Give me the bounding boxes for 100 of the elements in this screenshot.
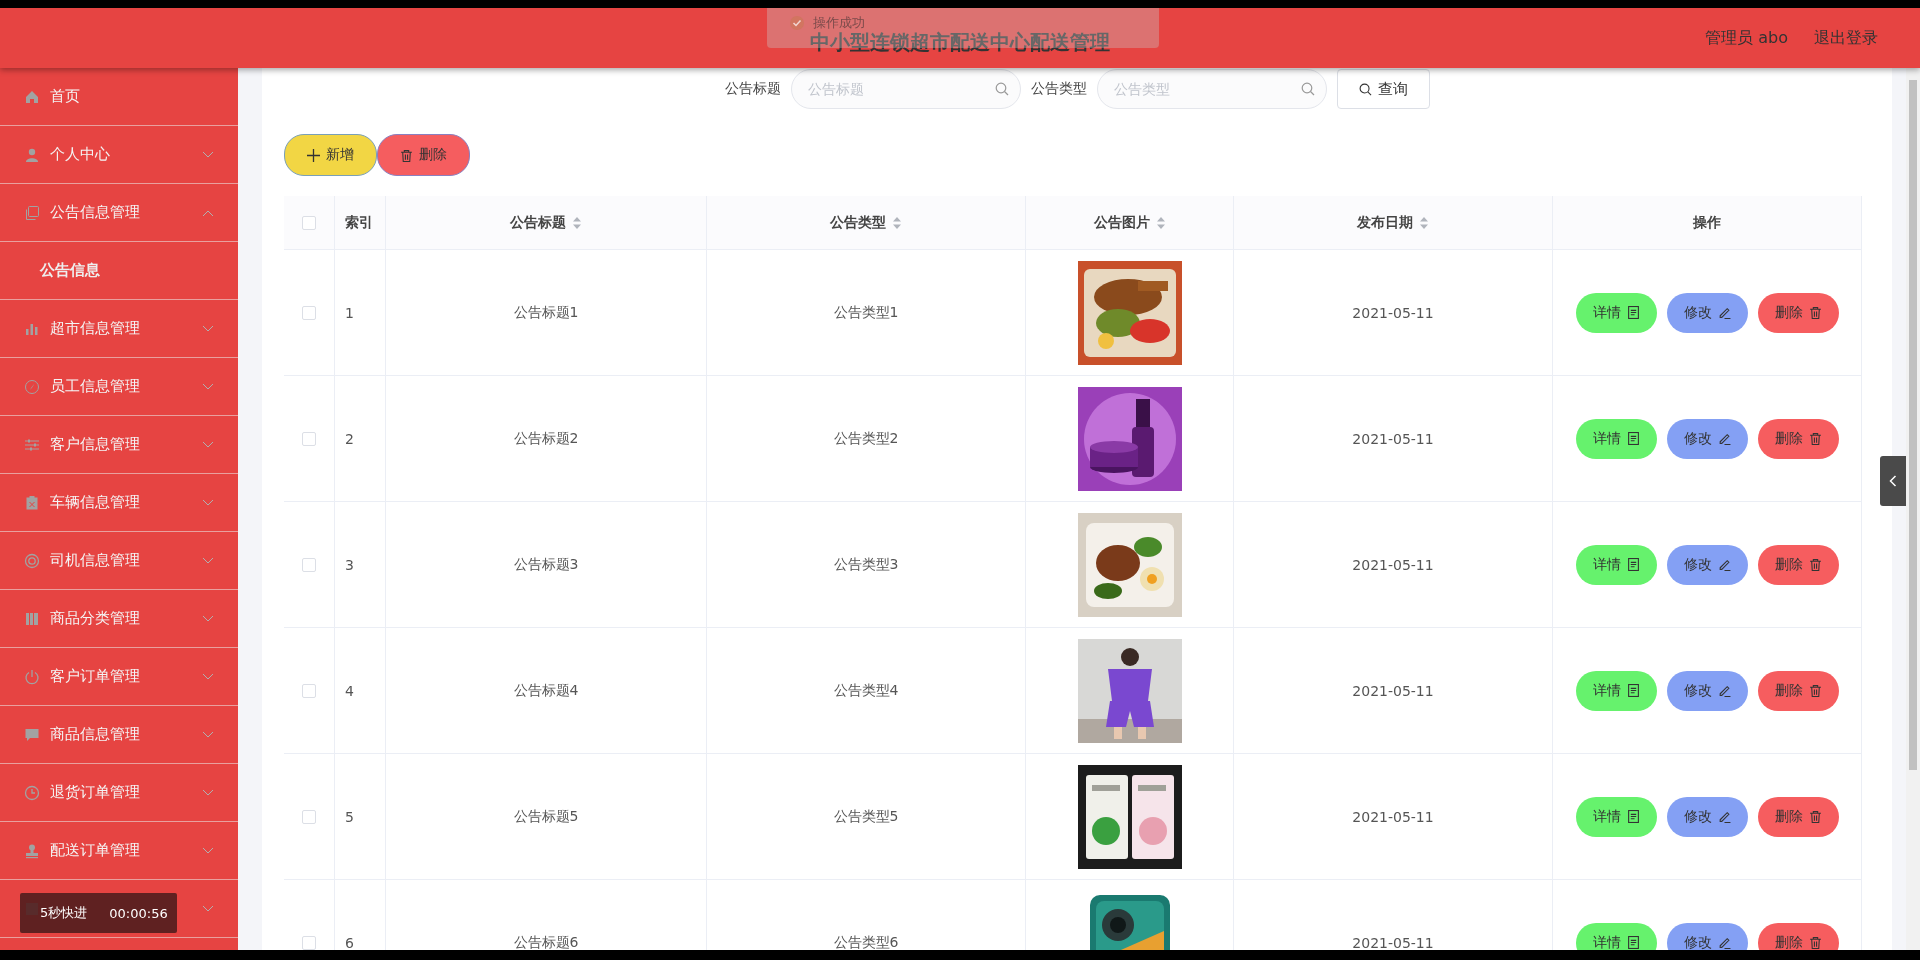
pencil-icon <box>1717 810 1731 823</box>
detail-button[interactable]: 详情 <box>1575 292 1657 333</box>
sort-icon[interactable] <box>1419 215 1429 230</box>
user-name: 管理员 abo <box>1705 27 1788 49</box>
submenu-item[interactable]: 公告信息 <box>0 242 238 300</box>
sidebar-item[interactable]: 司机信息管理 <box>0 532 238 590</box>
copy-icon <box>24 204 40 221</box>
power-icon <box>24 668 40 685</box>
chevron-left-icon <box>1889 475 1897 487</box>
search-field[interactable]: 公告标题 <box>790 69 1021 109</box>
table-cell: 公告标题2 <box>513 429 579 448</box>
pencil-icon <box>1717 306 1731 319</box>
add-button[interactable]: 新增 <box>284 134 377 176</box>
table-cell: 公告类型1 <box>833 303 899 322</box>
table-cell: 公告类型5 <box>833 807 899 826</box>
sidebar-item[interactable]: 配送订单管理 <box>0 822 238 880</box>
detail-button[interactable]: 详情 <box>1575 922 1657 950</box>
trash-icon <box>1808 558 1822 571</box>
pencil-icon <box>1717 432 1731 445</box>
detail-button[interactable]: 详情 <box>1575 796 1657 837</box>
sort-icon[interactable] <box>1155 215 1166 230</box>
collapse-tab[interactable] <box>1880 456 1906 506</box>
header-cell[interactable]: 发布日期 <box>1234 196 1553 249</box>
delete-button[interactable]: 删除 <box>1757 670 1839 711</box>
edit-button[interactable]: 修改 <box>1666 544 1748 585</box>
sidebar-item[interactable]: 商品分类管理 <box>0 590 238 648</box>
edit-button[interactable]: 修改 <box>1666 922 1748 950</box>
search-icon <box>1300 82 1315 96</box>
trash-icon <box>1808 306 1822 319</box>
document-icon <box>1626 936 1640 949</box>
sidebar-item[interactable]: 客户信息管理 <box>0 416 238 474</box>
column-header: 公告标题 <box>510 213 566 232</box>
toast-message: 操作成功 <box>813 15 865 30</box>
table-cell: 2021-05-11 <box>1352 934 1434 950</box>
edit-button[interactable]: 修改 <box>1666 292 1748 333</box>
header-cell[interactable]: 公告类型 <box>707 196 1026 249</box>
edit-button[interactable]: 修改 <box>1666 796 1748 837</box>
delete-button[interactable]: 删除 <box>1757 418 1839 459</box>
row-checkbox[interactable] <box>302 305 316 320</box>
header-cell[interactable]: 公告标题 <box>386 196 707 249</box>
row-checkbox[interactable] <box>302 431 316 446</box>
select-all-checkbox[interactable] <box>302 215 316 230</box>
check-circle-icon <box>789 15 805 31</box>
table-cell: 1 <box>345 304 354 321</box>
row-checkbox[interactable] <box>302 683 316 698</box>
delete-button[interactable]: 删除 <box>1757 292 1839 333</box>
sidebar-item[interactable]: 超市信息管理 <box>0 300 238 358</box>
detail-button[interactable]: 详情 <box>1575 670 1657 711</box>
document-icon <box>1626 558 1640 571</box>
search-field[interactable]: 公告类型 <box>1096 69 1327 109</box>
table-cell: 公告类型2 <box>833 429 899 448</box>
sidebar-item[interactable]: 个人中心 <box>0 126 238 184</box>
search-button[interactable]: 查询 <box>1336 69 1430 109</box>
stamp-icon <box>24 842 40 859</box>
delete-button[interactable]: 删除 <box>377 134 470 176</box>
row-checkbox[interactable] <box>302 557 316 572</box>
row-checkbox[interactable] <box>302 809 316 824</box>
compass-icon <box>24 378 40 395</box>
table-cell: 2021-05-11 <box>1352 304 1434 321</box>
column-header: 操作 <box>1693 213 1721 232</box>
table-cell: 公告类型3 <box>833 555 899 574</box>
trash-icon <box>1808 810 1822 823</box>
sidebar-item[interactable]: 首页 <box>0 68 238 126</box>
search-icon <box>1358 82 1372 96</box>
scrollbar[interactable] <box>1906 68 1920 950</box>
table-cell: 2021-05-11 <box>1352 430 1434 447</box>
sort-icon[interactable] <box>572 215 582 230</box>
sidebar-item[interactable]: 客户订单管理 <box>0 648 238 706</box>
edit-button[interactable]: 修改 <box>1666 670 1748 711</box>
clipboard-icon <box>24 494 40 511</box>
sidebar-item[interactable]: 公告信息管理 <box>0 184 238 242</box>
sidebar-item[interactable]: 车辆信息管理 <box>0 474 238 532</box>
sidebar-item[interactable]: 商品信息管理 <box>0 706 238 764</box>
home-icon <box>24 88 40 105</box>
detail-button[interactable]: 详情 <box>1575 418 1657 459</box>
row-checkbox[interactable] <box>302 935 316 950</box>
delete-button[interactable]: 删除 <box>1757 544 1839 585</box>
delete-button[interactable]: 删除 <box>1757 922 1839 950</box>
sidebar-item[interactable]: 员工信息管理 <box>0 358 238 416</box>
column-header: 公告图片 <box>1093 213 1150 232</box>
clock-icon <box>24 784 40 801</box>
header-cell[interactable]: 公告图片 <box>1026 196 1234 249</box>
app-title: 中小型连锁超市配送中心配送管理 <box>810 32 1110 52</box>
pencil-icon <box>1717 558 1731 571</box>
table-cell: 2021-05-11 <box>1352 556 1434 573</box>
logout-link[interactable]: 退出登录 <box>1814 27 1878 49</box>
sort-icon[interactable] <box>892 215 902 230</box>
edit-button[interactable]: 修改 <box>1666 418 1748 459</box>
table-cell: 公告标题4 <box>513 681 579 700</box>
column-header: 发布日期 <box>1357 213 1413 232</box>
table-cell: 公告标题3 <box>513 555 579 574</box>
field-label: 公告标题 <box>724 80 781 98</box>
table-cell: 2 <box>345 430 354 447</box>
delete-button[interactable]: 删除 <box>1757 796 1839 837</box>
table-cell: 2021-05-11 <box>1352 682 1434 699</box>
sidebar-item[interactable]: 退货订单管理 <box>0 764 238 822</box>
table-cell: 公告标题5 <box>513 807 579 826</box>
trash-icon <box>400 148 413 162</box>
detail-button[interactable]: 详情 <box>1575 544 1657 585</box>
user-icon <box>24 146 40 163</box>
